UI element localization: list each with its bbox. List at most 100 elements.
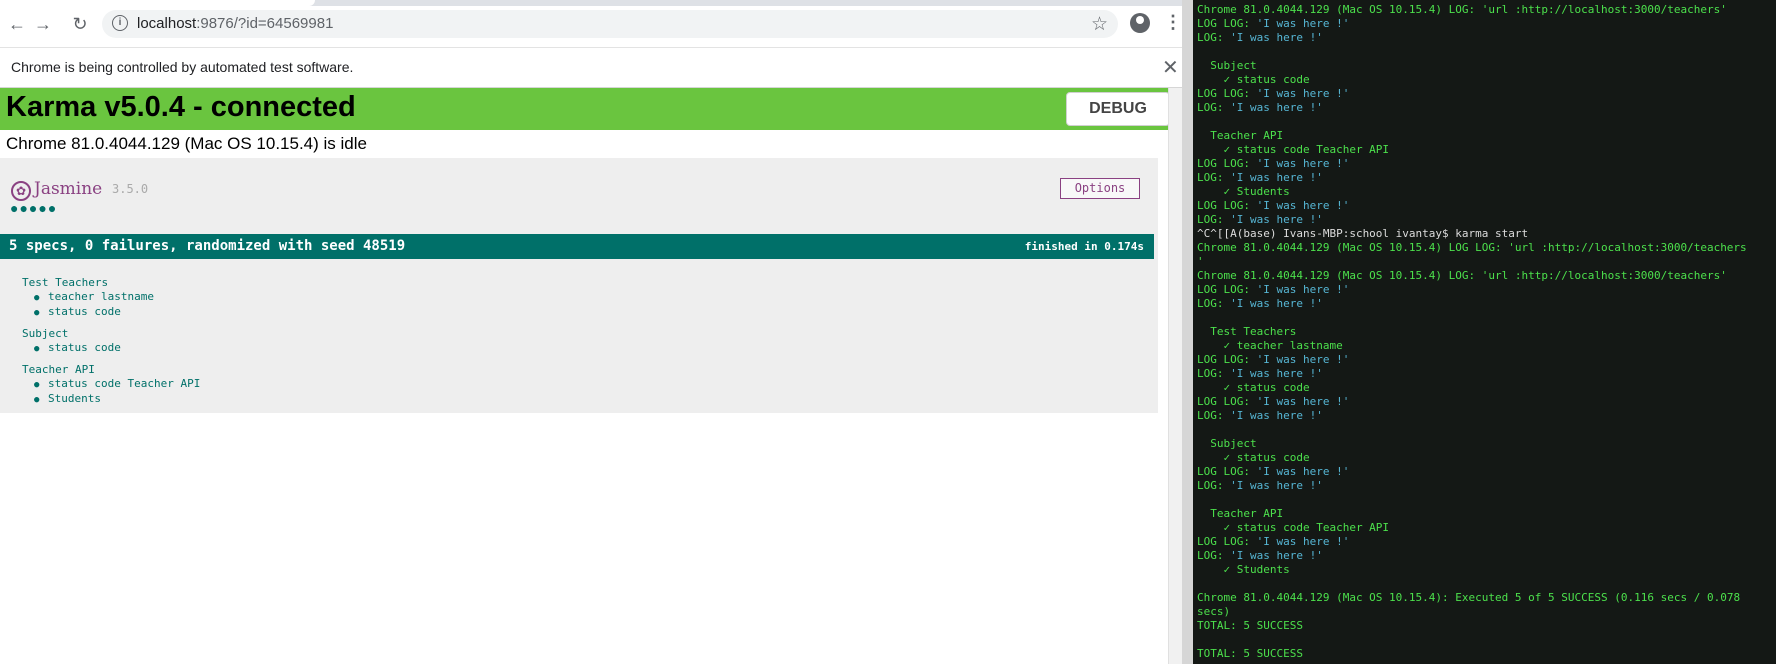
jasmine-brand: Jasmine <box>34 179 103 199</box>
results-summary: 5 specs, 0 failures, randomized with see… <box>9 238 406 254</box>
terminal-line: LOG LOG: 'I was here !' <box>1197 199 1747 213</box>
terminal-segment: LOG: <box>1197 213 1231 226</box>
terminal-segment: 'I was here !' <box>1230 31 1323 44</box>
terminal-segment: Teacher API <box>1197 129 1284 142</box>
karma-title: Karma v5.0.4 - connected <box>6 91 356 123</box>
close-icon[interactable]: ✕ <box>1162 55 1179 80</box>
tab-strip <box>0 0 1191 6</box>
terminal-segment: ✓ status code <box>1197 73 1310 86</box>
terminal-line: Teacher API <box>1197 507 1747 521</box>
terminal-segment: 'I was here !' <box>1256 199 1350 212</box>
spec-item[interactable]: Students <box>22 392 200 407</box>
terminal-segment: 'I was here !' <box>1256 395 1350 408</box>
terminal-segment: 'I was here !' <box>1256 87 1350 100</box>
terminal-line: TOTAL: 5 SUCCESS <box>1197 619 1747 633</box>
terminal-line: LOG LOG: 'I was here !' <box>1197 535 1747 549</box>
terminal-segment: LOG: <box>1197 101 1231 114</box>
terminal-segment: 'I was here !' <box>1230 101 1323 114</box>
suite: Subjectstatus code <box>22 327 200 356</box>
terminal-segment: 'I was here !' <box>1256 157 1350 170</box>
spec-item[interactable]: status code Teacher API <box>22 377 200 392</box>
suite-name[interactable]: Subject <box>22 327 200 341</box>
terminal-line: ' <box>1197 255 1747 269</box>
terminal-line: LOG: 'I was here !' <box>1197 297 1747 311</box>
terminal-line: LOG: 'I was here !' <box>1197 409 1747 423</box>
terminal-segment: TOTAL: 5 SUCCESS <box>1197 619 1303 632</box>
terminal-line: LOG: 'I was here !' <box>1197 171 1747 185</box>
terminal-segment: 'I was here !' <box>1256 353 1350 366</box>
terminal-line: secs) <box>1197 605 1747 619</box>
terminal-segment: ^C^[[A(base) Ivans-MBP:school ivantay$ k… <box>1197 227 1529 240</box>
page-scrollbar[interactable] <box>1168 88 1183 664</box>
terminal-segment: LOG: <box>1197 297 1231 310</box>
terminal-segment: LOG LOG: <box>1197 395 1257 408</box>
url-path: :9876/?id=64569981 <box>196 15 334 32</box>
terminal-segment: 'url :http://localhost:3000/teachers <box>1508 241 1747 254</box>
suite-name[interactable]: Test Teachers <box>22 276 200 290</box>
terminal-line: Chrome 81.0.4044.129 (Mac OS 10.15.4) LO… <box>1197 269 1747 283</box>
jasmine-flower-icon: ✿ <box>11 181 31 201</box>
terminal-segment: ✓ status code Teacher API <box>1197 521 1390 534</box>
terminal-line: LOG: 'I was here !' <box>1197 479 1747 493</box>
terminal-segment: LOG: <box>1197 367 1231 380</box>
terminal-segment: SUCCESS <box>1561 591 1608 604</box>
terminal-segment: 'I was here !' <box>1230 297 1323 310</box>
terminal-line: LOG LOG: 'I was here !' <box>1197 157 1747 171</box>
browser-menu-icon[interactable]: ⋮ <box>1164 12 1182 32</box>
terminal-line: LOG LOG: 'I was here !' <box>1197 395 1747 409</box>
terminal-segment: LOG: <box>1197 171 1231 184</box>
terminal-line: ✓ status code <box>1197 73 1747 87</box>
terminal-line: LOG LOG: 'I was here !' <box>1197 17 1747 31</box>
terminal-window[interactable]: Chrome 81.0.4044.129 (Mac OS 10.15.4) LO… <box>1193 0 1776 664</box>
reload-icon[interactable]: ↻ <box>70 14 90 34</box>
info-icon[interactable]: i <box>112 15 128 31</box>
terminal-segment: 'url :http://localhost:3000/teachers' <box>1481 3 1727 16</box>
terminal-line: ✓ status code <box>1197 381 1747 395</box>
terminal-line: LOG LOG: 'I was here !' <box>1197 283 1747 297</box>
terminal-segment: 'url :http://localhost:3000/teachers' <box>1481 269 1727 282</box>
terminal-segment: 'I was here !' <box>1256 465 1350 478</box>
url-text[interactable]: localhost:9876/?id=64569981 <box>137 15 333 32</box>
spec-item[interactable]: status code <box>22 305 200 320</box>
terminal-segment: Subject <box>1197 59 1257 72</box>
terminal-line: LOG: 'I was here !' <box>1197 31 1747 45</box>
browser-toolbar: ← → ↻ i localhost:9876/?id=64569981 ☆ ⋮ <box>0 0 1191 48</box>
terminal-output: Chrome 81.0.4044.129 (Mac OS 10.15.4) LO… <box>1197 3 1747 661</box>
terminal-segment: LOG LOG: <box>1197 87 1257 100</box>
profile-avatar-icon[interactable] <box>1130 13 1150 33</box>
terminal-line: ✓ status code Teacher API <box>1197 521 1747 535</box>
bookmark-star-icon[interactable]: ☆ <box>1091 13 1108 36</box>
terminal-segment: 'I was here !' <box>1230 479 1323 492</box>
results-duration: finished in 0.174s <box>1024 240 1144 253</box>
terminal-line: ^C^[[A(base) Ivans-MBP:school ivantay$ k… <box>1197 227 1747 241</box>
forward-arrow-icon[interactable]: → <box>33 14 53 34</box>
terminal-segment: ✓ status code <box>1197 381 1310 394</box>
active-tab[interactable] <box>0 0 315 6</box>
terminal-line: LOG: 'I was here !' <box>1197 101 1747 115</box>
terminal-segment: 'I was here !' <box>1230 367 1323 380</box>
terminal-segment: 'I was here !' <box>1230 409 1323 422</box>
terminal-segment: 'I was here !' <box>1230 171 1323 184</box>
terminal-segment: LOG LOG: <box>1197 17 1257 30</box>
suite-name[interactable]: Teacher API <box>22 363 200 377</box>
karma-banner: Karma v5.0.4 - connected DEBUG <box>0 88 1180 130</box>
terminal-segment: (0.116 secs / 0.078 <box>1607 591 1741 604</box>
terminal-segment: LOG LOG: <box>1197 465 1257 478</box>
terminal-segment: ✓ Students <box>1197 185 1290 198</box>
back-arrow-icon[interactable]: ← <box>7 14 27 34</box>
options-button[interactable]: Options <box>1060 178 1140 199</box>
terminal-segment: ✓ teacher lastname <box>1197 339 1343 352</box>
terminal-segment: LOG LOG: <box>1197 535 1257 548</box>
spec-item[interactable]: status code <box>22 341 200 356</box>
terminal-segment: ✓ Students <box>1197 563 1290 576</box>
debug-button[interactable]: DEBUG <box>1066 92 1170 126</box>
terminal-line: ✓ teacher lastname <box>1197 339 1747 353</box>
terminal-segment: ✓ status code <box>1197 451 1310 464</box>
address-bar[interactable]: i localhost:9876/?id=64569981 ☆ <box>102 10 1118 38</box>
spec-list: Test Teachersteacher lastnamestatus code… <box>22 276 200 414</box>
spec-item[interactable]: teacher lastname <box>22 290 200 305</box>
jasmine-reporter: ✿ Jasmine 3.5.0 Options ●●●●● 5 specs, 0 … <box>0 158 1158 413</box>
